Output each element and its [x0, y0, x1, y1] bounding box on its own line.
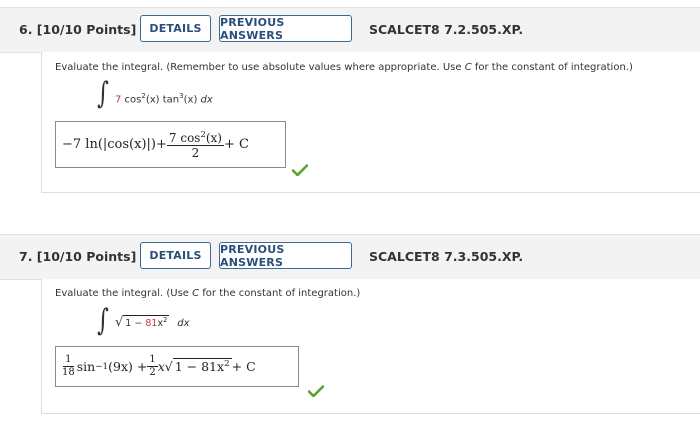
q7-integral-sign: ∫: [97, 303, 109, 338]
q6-previous-answers-button[interactable]: PREVIOUS ANSWERS: [219, 15, 352, 42]
q7-answer-field[interactable]: 1 18 sin −1 (9x) + 1 2 x √ 1 − 81x2 + C: [55, 346, 299, 387]
q7-answer-fraction-2: 1 2: [147, 354, 158, 378]
q7-checkmark-icon: [308, 385, 324, 397]
q7-previous-answers-button[interactable]: PREVIOUS ANSWERS: [219, 242, 352, 269]
q6-integrand: 7 cos2(x) tan3(x) dx: [115, 92, 213, 106]
question-6-body: Evaluate the integral. (Remember to use …: [41, 52, 700, 193]
q7-answer-fraction-1: 1 18: [62, 354, 75, 378]
question-7-body: Evaluate the integral. (Use C for the co…: [41, 279, 700, 414]
q6-problem-code: SCALCET8 7.2.505.XP.: [369, 22, 524, 37]
q6-details-button[interactable]: DETAILS: [140, 15, 211, 42]
q6-prompt: Evaluate the integral. (Remember to use …: [55, 62, 633, 73]
q6-integral-sign: ∫: [97, 76, 109, 111]
q7-details-button[interactable]: DETAILS: [140, 242, 211, 269]
radical-icon: √: [115, 315, 124, 331]
question-6-title: 6. [10/10 Points]: [19, 22, 137, 37]
radical-icon: √: [164, 359, 173, 374]
q6-answer-fraction: 7 cos2(x) 2: [166, 129, 224, 160]
q7-prompt: Evaluate the integral. (Use C for the co…: [55, 288, 361, 299]
question-7-title: 7. [10/10 Points]: [19, 249, 137, 264]
q7-problem-code: SCALCET8 7.3.505.XP.: [369, 249, 524, 264]
question-6-header: 6. [10/10 Points] DETAILS PREVIOUS ANSWE…: [0, 7, 700, 53]
q7-integrand: √ 1 − 81x2 dx: [115, 315, 190, 331]
question-7-header: 7. [10/10 Points] DETAILS PREVIOUS ANSWE…: [0, 234, 700, 280]
q6-answer-field[interactable]: −7 ln (|cos(x)|) + 7 cos2(x) 2 + C: [55, 121, 286, 168]
q6-checkmark-icon: [292, 164, 308, 176]
